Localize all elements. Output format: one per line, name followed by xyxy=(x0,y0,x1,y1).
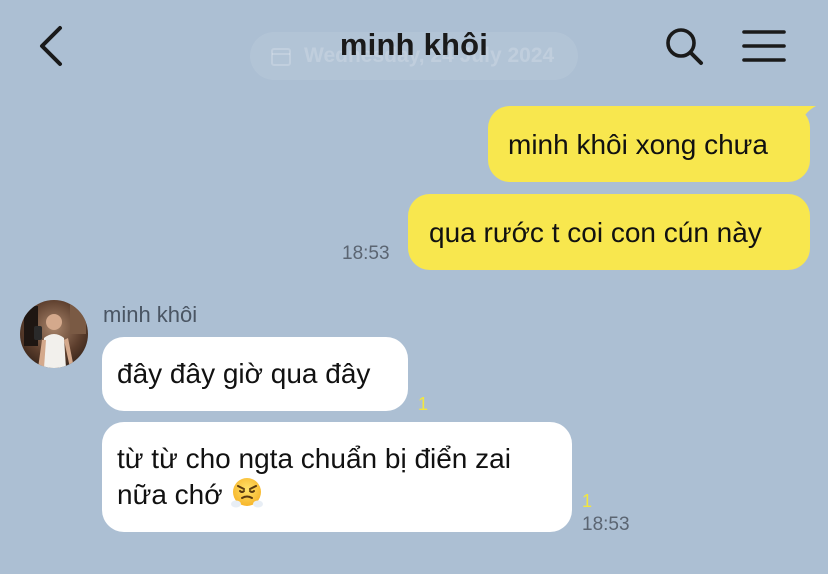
message-time: 18:53 xyxy=(342,243,390,264)
menu-button[interactable] xyxy=(738,22,790,70)
menu-icon xyxy=(742,30,786,62)
bubble-tail xyxy=(790,106,816,128)
sender-name: minh khôi xyxy=(103,302,198,327)
search-icon xyxy=(666,28,703,65)
chat-header: Wednesday, 24 July 2024 minh khôi xyxy=(0,0,828,92)
search-button[interactable] xyxy=(660,22,708,70)
message-text: nữa chớ xyxy=(117,479,223,510)
incoming-message-bubble[interactable]: từ từ cho ngta chuẩn bị điển zai nữa chớ xyxy=(102,422,572,532)
avatar-photo xyxy=(20,300,88,368)
incoming-message-bubble[interactable]: đây đây giờ qua đây xyxy=(102,337,408,411)
message-time: 18:53 xyxy=(582,514,630,535)
unread-count: 1 xyxy=(418,394,429,414)
outgoing-message-bubble[interactable]: minh khôi xong chưa xyxy=(488,106,810,182)
message-text-line: từ từ cho ngta chuẩn bị điển zai xyxy=(117,443,511,474)
message-text: qua rước t coi con cún này xyxy=(429,217,762,248)
huffing-face-emoji-icon xyxy=(231,478,264,508)
message-text-line-2: nữa chớ xyxy=(117,476,572,512)
message-text: minh khôi xong chưa xyxy=(508,129,768,160)
unread-count: 1 xyxy=(582,491,593,511)
outgoing-message-bubble[interactable]: qua rước t coi con cún này xyxy=(408,194,810,270)
message-text: đây đây giờ qua đây xyxy=(117,358,371,389)
avatar[interactable] xyxy=(20,300,88,368)
